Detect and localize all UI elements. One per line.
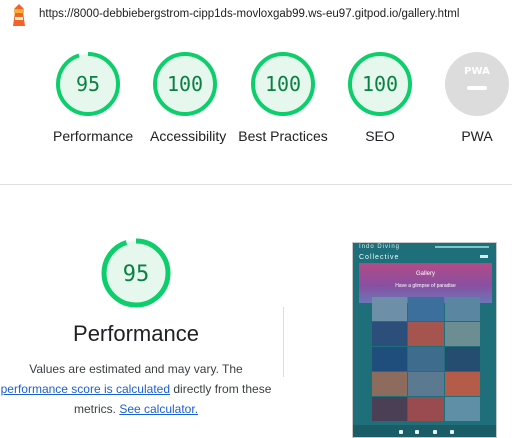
thumb-photo [372, 297, 408, 321]
thumb-footer [353, 425, 496, 437]
thumb-photo [444, 397, 480, 421]
thumb-photo [444, 347, 480, 371]
performance-gauge-large: 95 [101, 238, 171, 308]
thumb-photo [372, 322, 408, 346]
report-header: https://8000-debbiebergstrom-cipp1ds-mov… [0, 0, 512, 32]
thumb-photo [372, 347, 408, 371]
thumb-photo [372, 372, 408, 396]
thumb-hero-title: Gallery [415, 271, 435, 277]
thumb-photo [408, 347, 444, 371]
thumb-brand-line2: Collective [359, 254, 400, 261]
pwa-dash-icon [467, 86, 487, 90]
lighthouse-icon [13, 4, 25, 26]
thumb-photo [444, 372, 480, 396]
thumb-nav [435, 246, 489, 248]
gauge-label: SEO [365, 128, 395, 144]
score-calculated-link[interactable]: performance score is calculated [1, 382, 170, 396]
score-ring: 95 [56, 52, 120, 116]
gauge-accessibility[interactable]: 100 Accessibility [150, 50, 227, 146]
section-divider [0, 184, 512, 185]
gauge-performance[interactable]: 95 Performance [53, 50, 134, 146]
report-url[interactable]: https://8000-debbiebergstrom-cipp1ds-mov… [39, 8, 459, 20]
gauge-label: Accessibility [150, 128, 227, 144]
score-value: 100 [167, 72, 203, 96]
thumb-gallery-grid [372, 297, 480, 421]
thumb-photo [444, 297, 480, 321]
see-calculator-link[interactable]: See calculator. [119, 402, 198, 416]
gauge-seo[interactable]: 100 SEO [345, 50, 415, 146]
performance-title: Performance [73, 321, 199, 346]
thumb-photo [444, 322, 480, 346]
gauge-label: Best Practices [238, 128, 328, 144]
pwa-badge-text: PWA [464, 66, 490, 77]
thumb-menu-icon [480, 255, 488, 258]
score-ring: 100 [348, 52, 412, 116]
score-value: 95 [76, 72, 100, 96]
score-ring: 100 [153, 52, 217, 116]
thumb-youtube-icon [433, 430, 437, 434]
thumb-photo [408, 322, 444, 346]
thumb-instagram-icon [450, 430, 454, 434]
gauge-best-practices[interactable]: 100 Best Practices [238, 50, 328, 146]
score-value: 100 [265, 72, 301, 96]
pwa-badge: PWA [445, 52, 509, 116]
final-screenshot[interactable]: Indo Diving Collective Gallery Have a gl… [352, 242, 497, 438]
score-value: 100 [362, 72, 398, 96]
desc-text-1: Values are estimated and may vary. The [29, 362, 243, 376]
vertical-divider [283, 307, 284, 377]
thumb-facebook-icon [399, 430, 403, 434]
thumb-photo [408, 397, 444, 421]
gauge-pwa[interactable]: PWA PWA [442, 50, 512, 146]
gauge-label: PWA [461, 128, 493, 144]
thumb-hero-subtitle: Have a glimpse of paradise [395, 283, 456, 289]
performance-score: 95 [123, 262, 150, 287]
gauge-label: Performance [53, 128, 134, 144]
thumb-photo [372, 397, 408, 421]
thumb-twitter-icon [415, 430, 419, 434]
thumb-photo [408, 372, 444, 396]
thumb-photo [408, 297, 444, 321]
score-ring: 100 [251, 52, 315, 116]
performance-description: Values are estimated and may vary. The p… [0, 359, 272, 419]
thumb-brand-line1: Indo Diving [359, 244, 401, 250]
